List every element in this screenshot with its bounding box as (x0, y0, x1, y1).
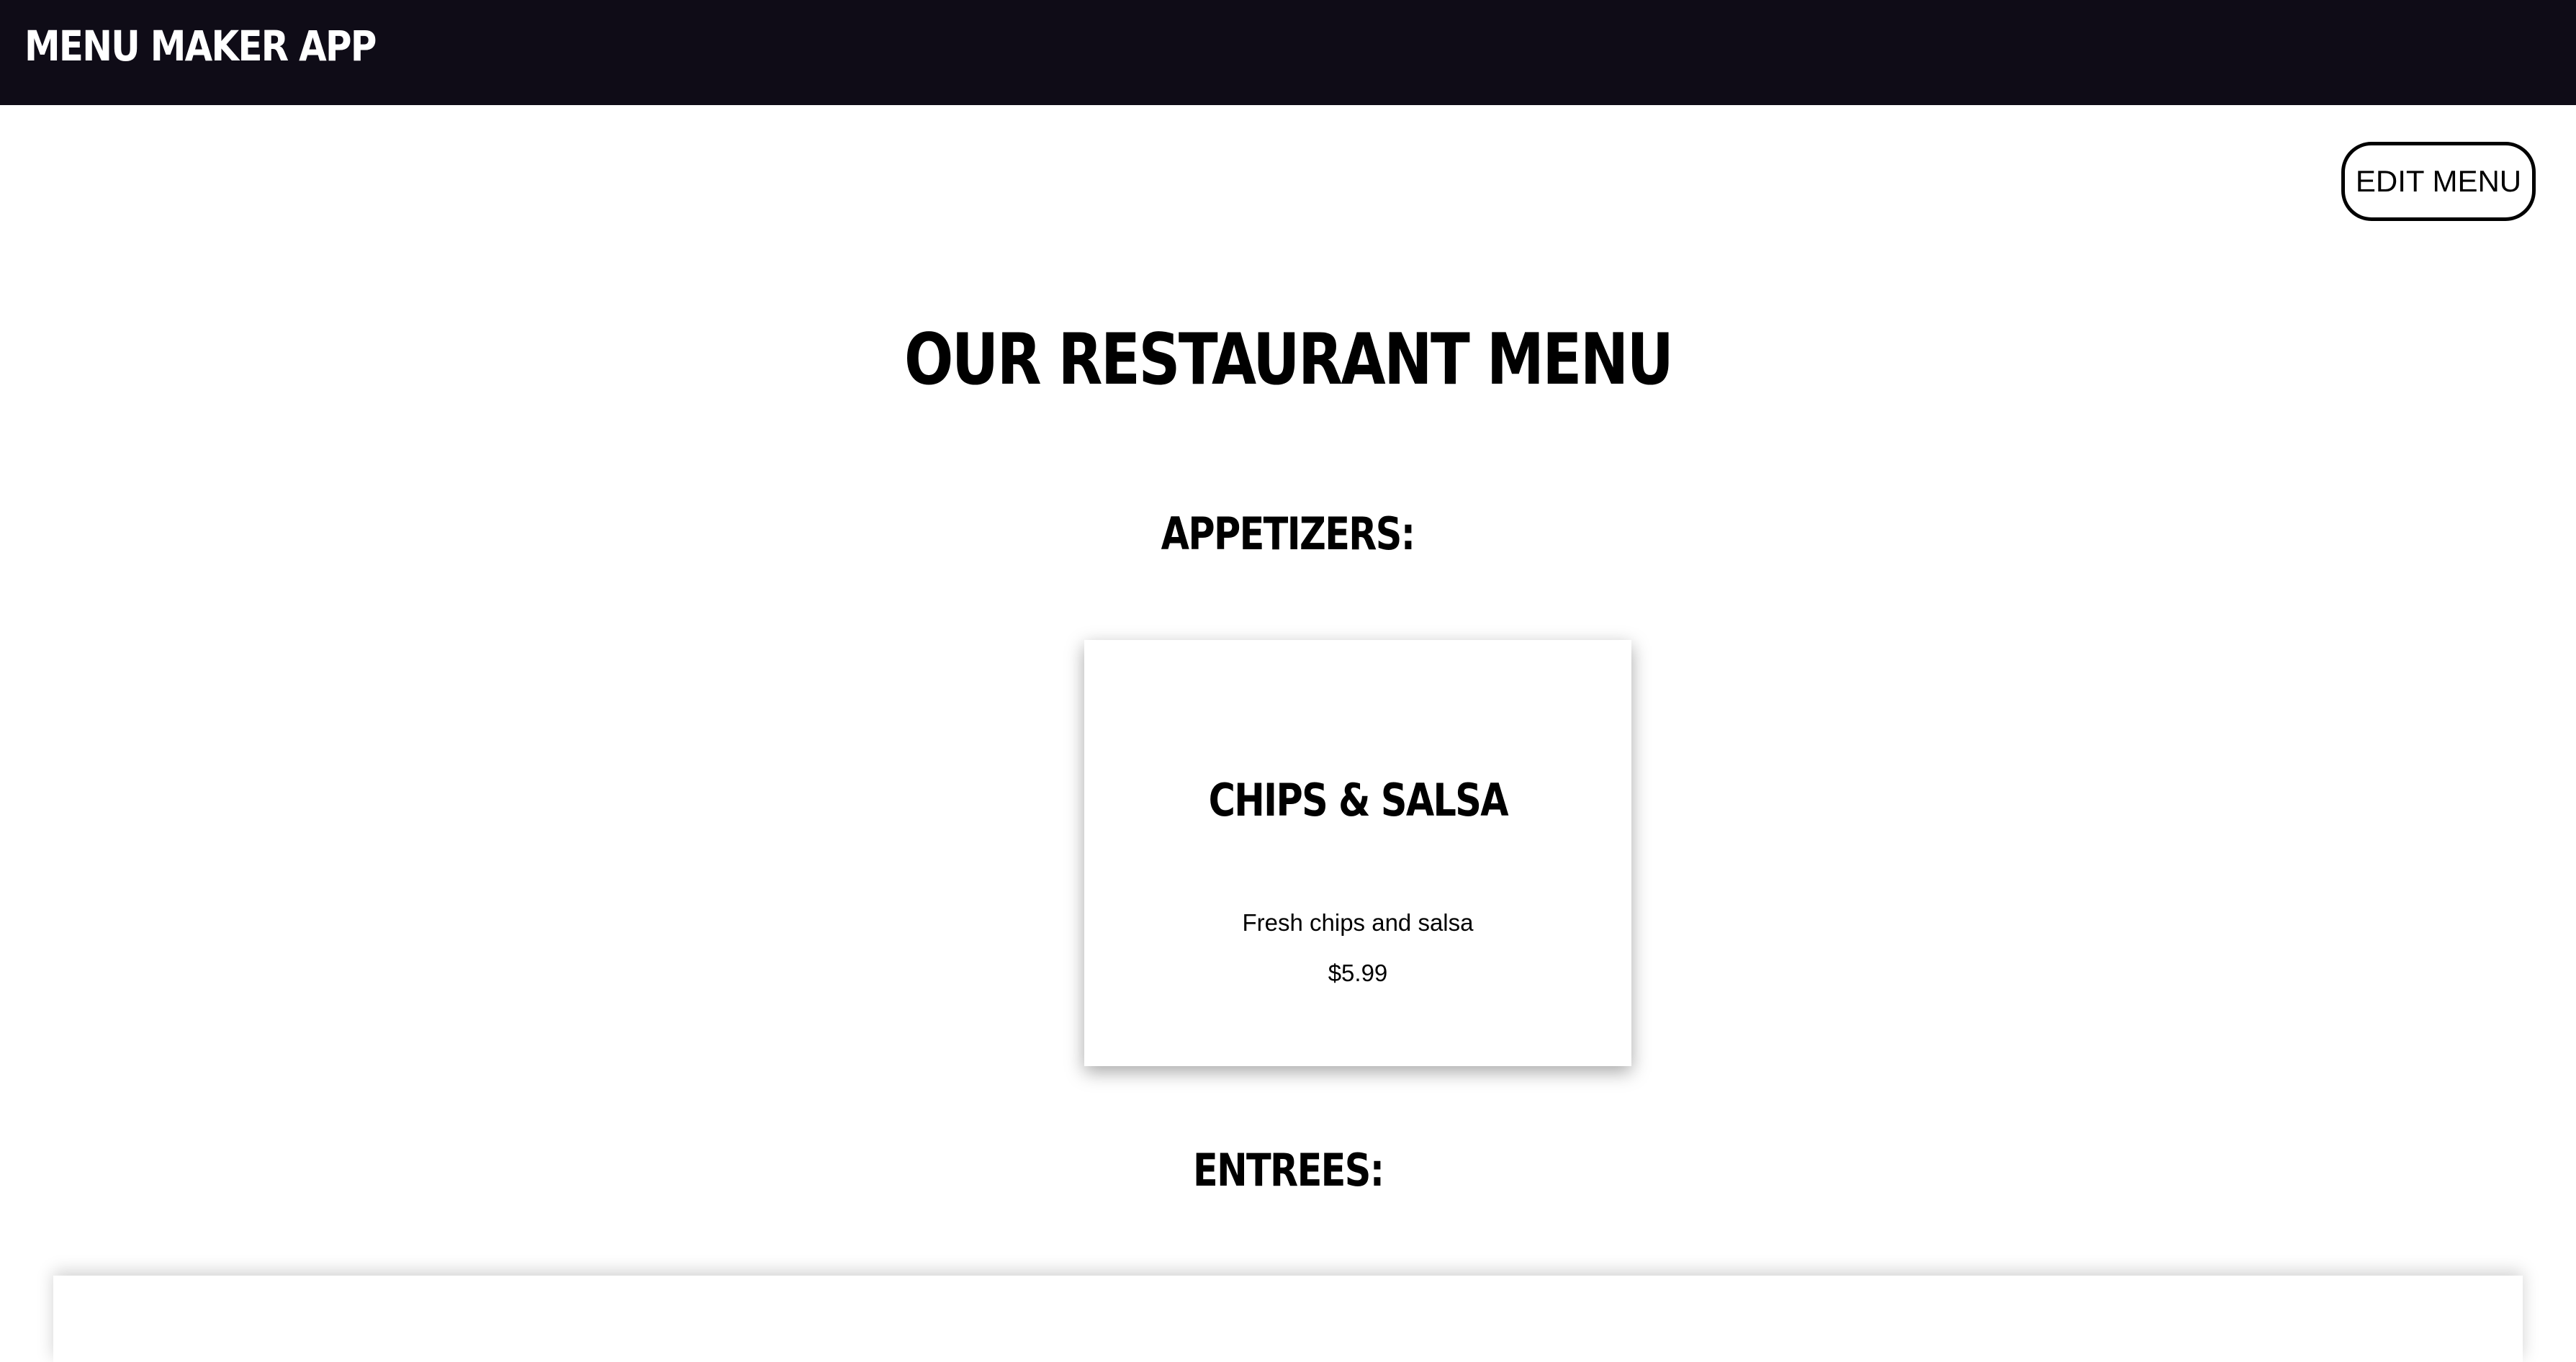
menu-item-card (1084, 640, 1631, 1066)
edit-menu-button[interactable]: EDIT MENU (2341, 142, 2536, 221)
page-title: OUR RESTAURANT MENU (0, 317, 2576, 403)
section-heading-text: APPETIZERS: (1161, 508, 1415, 560)
top-navbar: MENU MAKER APP (0, 0, 2576, 105)
page-title-text: OUR RESTAURANT MENU (904, 319, 1674, 401)
section-heading-entrees: ENTREES: (0, 1142, 2576, 1199)
section-heading-appetizers: APPETIZERS: (0, 505, 2576, 563)
entrees-card-partial (53, 1276, 2523, 1362)
section-heading-text: ENTREES: (1192, 1144, 1384, 1196)
app-title: MENU MAKER APP (24, 22, 377, 71)
